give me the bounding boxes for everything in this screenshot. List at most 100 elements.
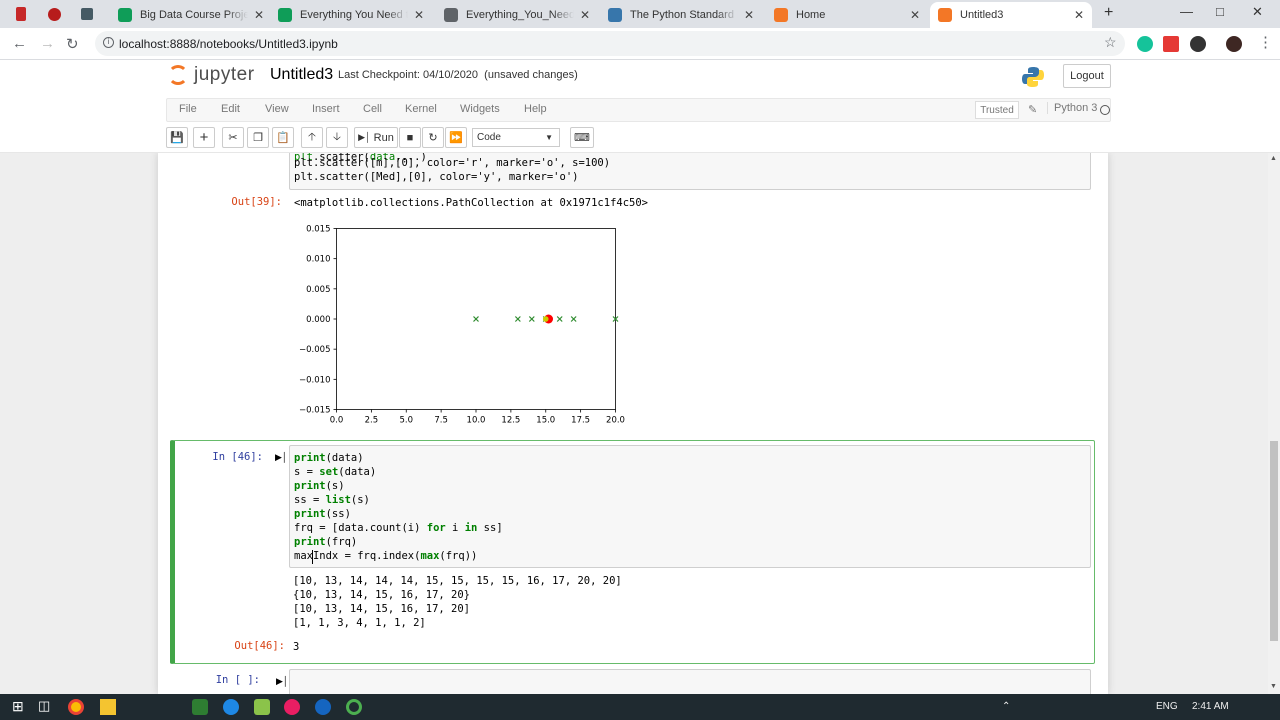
pinned-tab-icon[interactable] [45, 5, 63, 23]
cut-icon[interactable]: ✂ [222, 127, 244, 148]
text-cursor [312, 550, 313, 564]
maximize-button[interactable]: □ [1216, 4, 1224, 19]
save-icon[interactable]: 💾 [166, 127, 188, 148]
app-taskbar-icon[interactable] [254, 699, 270, 715]
restart-icon[interactable]: ↻ [422, 127, 444, 148]
new-tab-button[interactable]: + [1104, 4, 1113, 22]
browser-tab[interactable]: Everything You Need to k ✕ [270, 2, 432, 28]
chrome-menu-icon[interactable]: ⋮ [1258, 33, 1273, 51]
tray-chevron-icon[interactable]: ⌃ [1002, 701, 1010, 712]
stdout-line: {10, 13, 14, 15, 16, 17, 20} [293, 589, 471, 601]
x-tick-label: 15.0 [536, 416, 555, 426]
run-icon: ▶│ [358, 132, 371, 142]
pencil-icon[interactable]: ✎ [1028, 103, 1037, 116]
pinned-tab-icon[interactable] [78, 5, 96, 23]
kernel-status-icon [1100, 105, 1110, 115]
move-down-icon[interactable]: 🡣 [326, 127, 348, 148]
download-extension-icon[interactable] [1190, 36, 1206, 52]
logout-button[interactable]: Logout [1063, 64, 1111, 88]
task-view-icon[interactable]: ◫ [38, 698, 54, 714]
address-bar-row: ← → ↻ i localhost:8888/notebooks/Untitle… [0, 28, 1280, 60]
chrome-taskbar-icon[interactable] [68, 699, 84, 715]
output-text: <matplotlib.collections.PathCollection a… [294, 197, 649, 209]
y-tick-label: 0.015 [306, 225, 330, 235]
menu-view[interactable]: View [265, 103, 289, 115]
menu-cell[interactable]: Cell [363, 103, 382, 115]
kernel-name[interactable]: Python 3 [1047, 102, 1097, 114]
trusted-indicator[interactable]: Trusted [975, 101, 1019, 119]
menu-help[interactable]: Help [524, 103, 547, 115]
y-tick-label: −0.005 [299, 345, 330, 355]
code-cell-input[interactable]: print(data) s = set(data) print(s) ss = lis… [289, 445, 1091, 568]
run-button[interactable]: ▶│ Run [354, 127, 398, 148]
cell-type-select[interactable]: Code ▼ [472, 128, 560, 147]
info-icon[interactable]: i [103, 37, 114, 48]
tab-favicon-icon [444, 8, 458, 22]
code-line: ss = list(s) [294, 494, 370, 506]
selected-code-cell[interactable]: In [46]: ▶│ print(data) s = set(data) prin… [170, 440, 1095, 664]
scroll-down-icon[interactable]: ▼ [1270, 683, 1277, 690]
reload-icon[interactable]: ↻ [66, 35, 79, 53]
empty-code-cell-input[interactable] [289, 669, 1091, 694]
tab-close-icon[interactable]: ✕ [254, 8, 264, 22]
restart-run-all-icon[interactable]: ⏩ [445, 127, 467, 148]
browser-tab[interactable]: Home ✕ [766, 2, 928, 28]
run-cell-icon[interactable]: ▶│ [275, 452, 288, 463]
back-button[interactable]: ← [12, 35, 27, 52]
pinned-tab-icon[interactable] [12, 5, 30, 23]
code-line: frq = [data.count(i) for i in ss] [294, 522, 503, 534]
browser-tab[interactable]: The Python Standard Libr ✕ [600, 2, 762, 28]
url-field[interactable]: i localhost:8888/notebooks/Untitled3.ipy… [95, 31, 1125, 56]
browser-tab[interactable]: Everything_You_Need_to ✕ [436, 2, 598, 28]
interrupt-icon[interactable]: ■ [399, 127, 421, 148]
minimize-button[interactable]: — [1180, 4, 1193, 19]
scatter-point-circle [542, 316, 549, 322]
ie-taskbar-icon[interactable] [315, 699, 331, 715]
app-taskbar-icon[interactable] [284, 699, 300, 715]
tab-close-icon[interactable]: ✕ [744, 8, 754, 22]
jupyter-logo[interactable]: jupyter [168, 64, 255, 86]
stdout-line: [10, 13, 14, 14, 14, 15, 15, 15, 15, 16,… [293, 575, 622, 587]
tab-close-icon[interactable]: ✕ [414, 8, 424, 22]
edge-taskbar-icon[interactable] [223, 699, 239, 715]
stdout-line: [10, 13, 14, 15, 16, 17, 20] [293, 603, 471, 615]
y-tick-label: −0.015 [299, 406, 330, 416]
app-taskbar-icon[interactable] [192, 699, 208, 715]
tab-close-icon[interactable]: ✕ [1074, 8, 1084, 22]
move-up-icon[interactable]: 🡡 [301, 127, 323, 148]
tab-close-icon[interactable]: ✕ [580, 8, 590, 22]
notebook-area[interactable]: plt.scatter(data,...) plt.scatter([m],[0… [0, 153, 1268, 694]
page-scrollbar[interactable]: ▲ ▼ [1268, 153, 1280, 694]
menu-kernel[interactable]: Kernel [405, 103, 437, 115]
scrollbar-thumb[interactable] [1270, 441, 1278, 641]
keyboard-icon[interactable]: ⌨ [570, 127, 594, 148]
clock[interactable]: 2:41 AM [1192, 701, 1229, 712]
notebook-name[interactable]: Untitled3 [270, 66, 333, 84]
grammarly-extension-icon[interactable] [1137, 36, 1153, 52]
profile-avatar[interactable] [1226, 36, 1242, 52]
close-window-button[interactable]: ✕ [1252, 4, 1263, 20]
copy-icon[interactable]: ❐ [247, 127, 269, 148]
windows-start-icon[interactable]: ⊞ [12, 698, 28, 714]
tab-title: Home [796, 9, 826, 21]
language-indicator[interactable]: ENG [1156, 701, 1178, 712]
browser-tab[interactable]: Untitled3 ✕ [930, 2, 1092, 28]
menu-edit[interactable]: Edit [221, 103, 240, 115]
app-taskbar-icon[interactable] [346, 699, 362, 715]
forward-button[interactable]: → [40, 35, 55, 52]
extension-icon[interactable] [1163, 36, 1179, 52]
insert-cell-icon[interactable]: + [193, 127, 215, 148]
menu-widgets[interactable]: Widgets [460, 103, 500, 115]
browser-tab[interactable]: Big Data Course Project - ✕ [110, 2, 272, 28]
code-cell-input[interactable]: plt.scatter(data,...) plt.scatter([m],[0… [289, 153, 1091, 190]
scroll-up-icon[interactable]: ▲ [1270, 155, 1277, 162]
run-cell-icon[interactable]: ▶│ [276, 676, 289, 687]
file-explorer-icon[interactable] [100, 699, 116, 715]
menu-file[interactable]: File [179, 103, 197, 115]
chevron-down-icon: ▼ [545, 133, 553, 142]
tab-close-icon[interactable]: ✕ [910, 8, 920, 22]
paste-icon[interactable]: 📋 [272, 127, 294, 148]
menu-insert[interactable]: Insert [312, 103, 340, 115]
y-tick-label: 0.010 [306, 255, 330, 265]
bookmark-star-icon[interactable]: ☆ [1104, 34, 1117, 51]
